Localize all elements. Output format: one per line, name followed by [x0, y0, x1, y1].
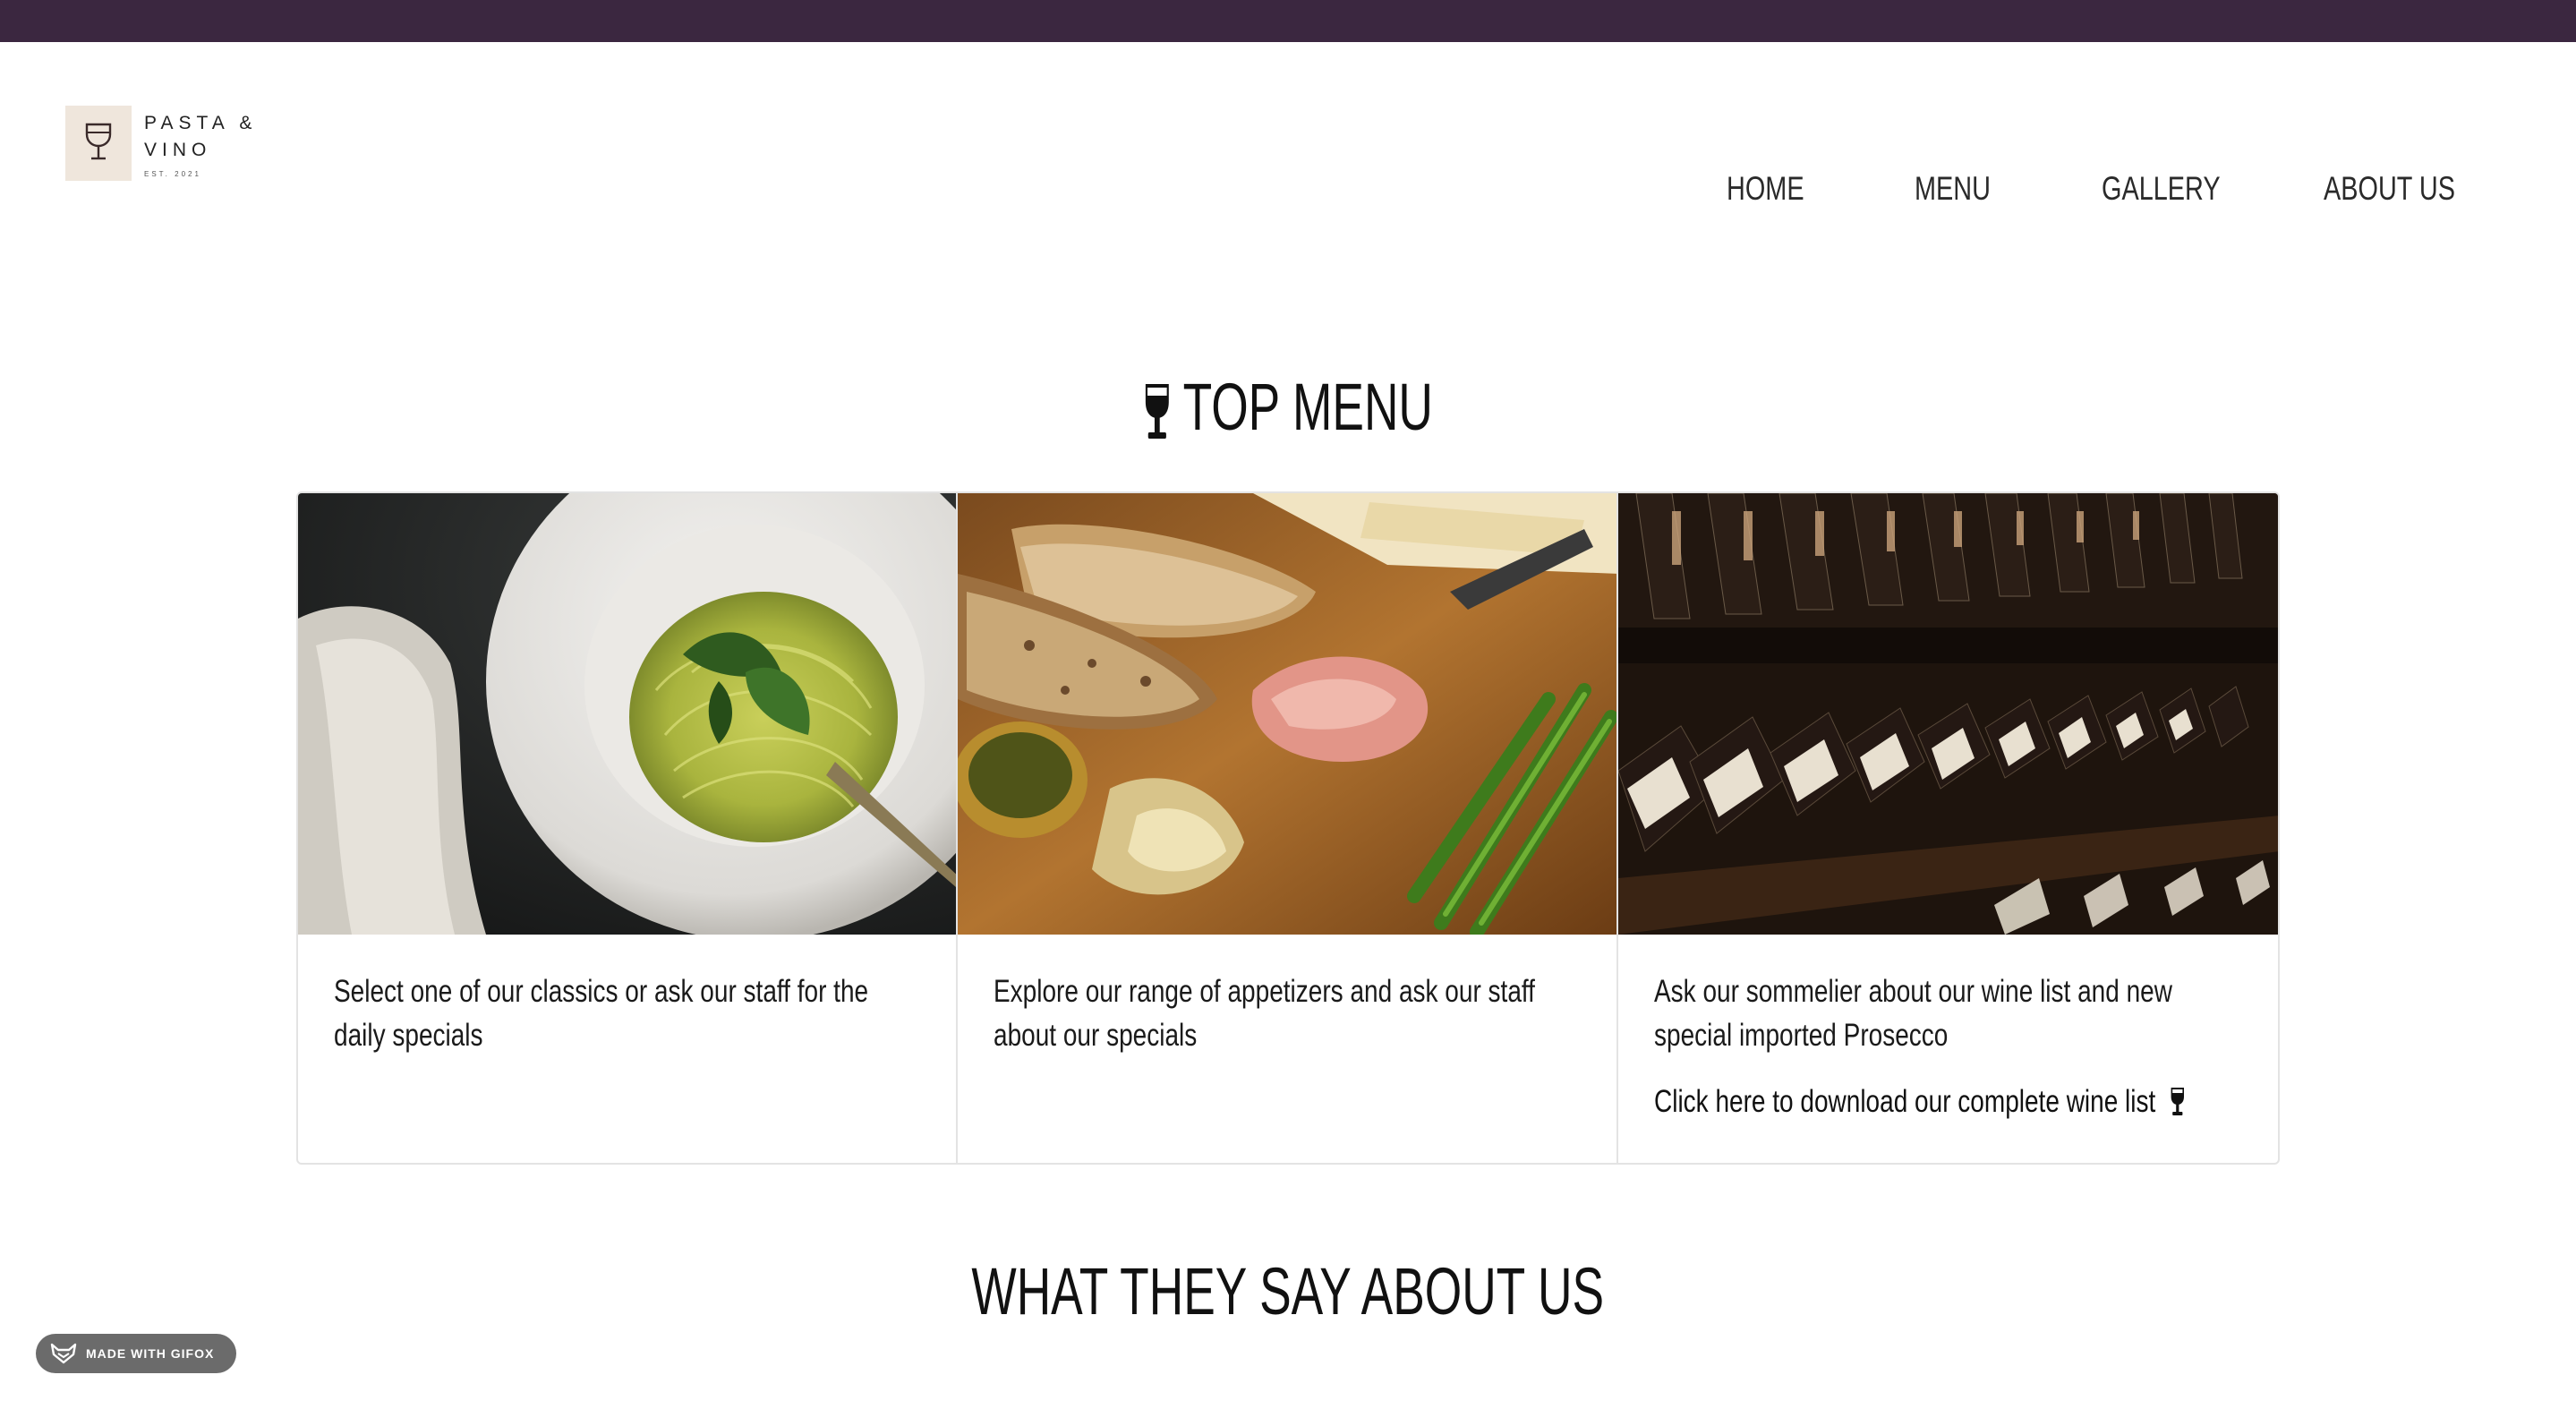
- logo[interactable]: PASTA & VINO EST. 2021: [65, 106, 271, 186]
- wine-glass-icon: [1145, 384, 1169, 440]
- download-wine-list-link[interactable]: Click here to download our complete wine…: [1654, 1084, 2186, 1120]
- bread-prosciutto-board-photo: [958, 493, 1616, 935]
- wine-glass-icon: [85, 123, 112, 160]
- pesto-spaghetti-photo: [298, 493, 957, 935]
- wine-bottles-rack-photo: [1617, 493, 2278, 935]
- logo-est: EST. 2021: [144, 170, 201, 178]
- top-menu-heading: TOP MENU: [0, 369, 2576, 445]
- card-pasta[interactable]: Select one of our classics or ask our st…: [298, 493, 959, 1163]
- header: [0, 42, 2576, 275]
- top-menu-title: TOP MENU: [1182, 370, 1433, 444]
- logo-text-line1: PASTA &: [144, 113, 258, 133]
- card-pasta-text: Select one of our classics or ask our st…: [334, 974, 869, 1053]
- nav-home[interactable]: HOME: [1727, 170, 1804, 215]
- testimonials-heading: WHAT THEY SAY ABOUT US: [0, 1253, 2576, 1329]
- badge-label: MADE WITH GIFOX: [86, 1346, 215, 1361]
- nav-about-us[interactable]: ABOUT US: [2324, 170, 2455, 215]
- nav-gallery[interactable]: GALLERY: [2102, 170, 2221, 215]
- menu-cards: Select one of our classics or ask our st…: [296, 491, 2280, 1165]
- card-wine-text: Ask our sommelier about our wine list an…: [1653, 974, 2172, 1053]
- card-appetizers[interactable]: Explore our range of appetizers and ask …: [958, 493, 1618, 1163]
- card-wine[interactable]: Ask our sommelier about our wine list an…: [1617, 493, 2278, 1163]
- card-appetizers-text: Explore our range of appetizers and ask …: [994, 974, 1536, 1053]
- top-bar: [0, 0, 2576, 42]
- logo-badge: [65, 106, 132, 181]
- wine-glass-icon: [2171, 1088, 2184, 1115]
- fox-icon: [50, 1343, 77, 1364]
- download-wine-list-label: Click here to download our complete wine…: [1653, 1084, 2155, 1119]
- logo-text-line2: VINO: [144, 140, 212, 160]
- made-with-gifox-badge[interactable]: MADE WITH GIFOX: [36, 1334, 236, 1373]
- testimonials-title: WHAT THEY SAY ABOUT US: [971, 1254, 1605, 1328]
- nav-menu[interactable]: MENU: [1915, 170, 1991, 215]
